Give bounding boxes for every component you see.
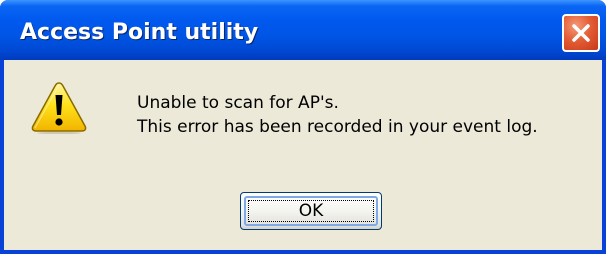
message-line-2: This error has been recorded in your eve… — [137, 117, 538, 137]
close-icon — [572, 24, 590, 42]
close-button[interactable] — [562, 14, 600, 52]
error-message: Unable to scan for AP's. This error has … — [137, 91, 538, 139]
ok-button[interactable]: OK — [240, 192, 382, 230]
window-title: Access Point utility — [20, 20, 259, 45]
ok-button-label: OK — [298, 201, 324, 221]
dialog-window: Access Point utility Unable to scan for … — [0, 0, 606, 254]
title-bar[interactable]: Access Point utility — [0, 0, 606, 60]
message-line-1: Unable to scan for AP's. — [137, 93, 339, 113]
warning-icon — [31, 82, 87, 134]
dialog-body: Unable to scan for AP's. This error has … — [4, 60, 602, 250]
